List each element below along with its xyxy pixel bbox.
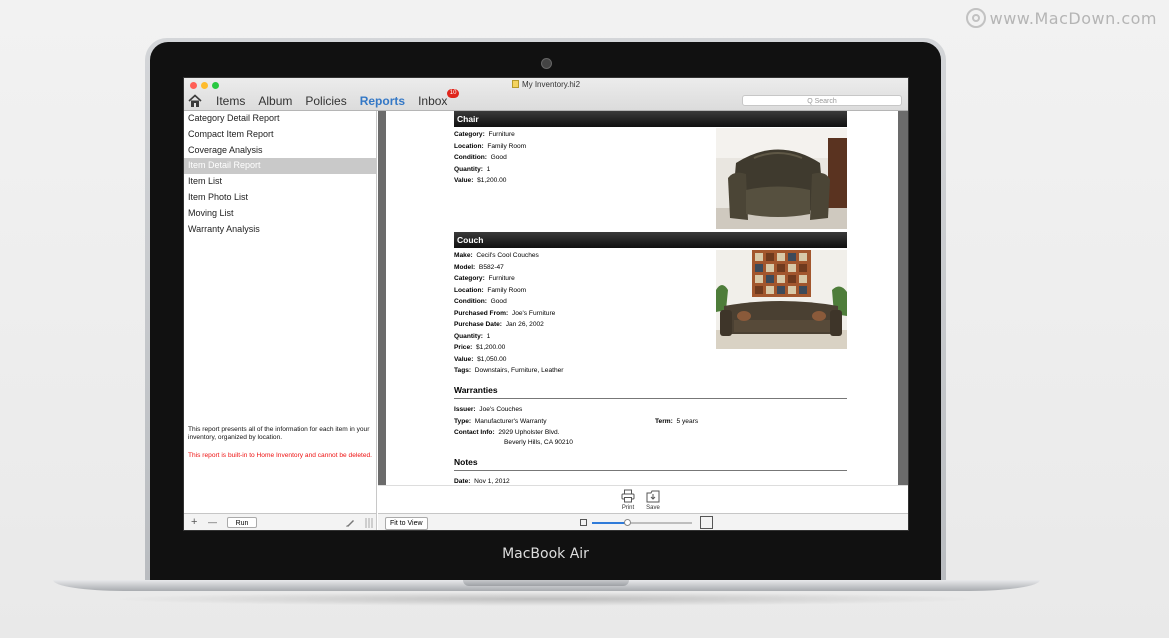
chair-field: Condition: Good	[454, 154, 507, 161]
sidebar-item-moving-list[interactable]: Moving List	[184, 206, 376, 222]
couch-photo	[716, 250, 847, 349]
add-report-button[interactable]: +	[191, 517, 197, 528]
printer-icon	[621, 489, 635, 503]
tab-policies[interactable]: Policies	[305, 94, 346, 108]
report-actions: Print Save	[378, 485, 908, 513]
watermark: www.MacDown.com	[965, 8, 1157, 28]
search-input[interactable]: Q Search	[742, 95, 902, 106]
laptop-brand: MacBook Air	[502, 546, 589, 562]
zoom-slider-fill	[592, 522, 627, 524]
warranty-issuer: Issuer: Joe's Couches	[454, 406, 523, 413]
tab-inbox[interactable]: Inbox 10	[418, 89, 460, 108]
watermark-logo-icon	[965, 8, 986, 28]
main-toolbar: Items Album Policies Reports Inbox 10	[188, 89, 460, 110]
couch-field: Quantity: 1	[454, 332, 491, 340]
warranty-term: Term: 5 years	[655, 417, 699, 425]
fit-to-view-button[interactable]: Fit to View	[385, 517, 428, 530]
couch-field: Condition: Good	[454, 298, 507, 305]
titlebar: My Inventory.hi2 Items Album Policies Re…	[184, 78, 908, 111]
save-label: Save	[646, 505, 660, 511]
document-icon	[511, 80, 519, 88]
laptop-notch	[463, 580, 629, 586]
home-icon[interactable]	[188, 94, 202, 108]
app-window: My Inventory.hi2 Items Album Policies Re…	[183, 77, 909, 531]
chair-field: Value: $1,200.00	[454, 177, 507, 184]
zoom-in-icon[interactable]	[700, 516, 713, 529]
sidebar-item-compact-item-report[interactable]: Compact Item Report	[184, 127, 376, 143]
couch-field: Make: Cecil's Cool Couches	[454, 252, 539, 259]
print-button[interactable]: Print	[616, 489, 640, 511]
save-button[interactable]: Save	[641, 489, 665, 511]
print-label: Print	[621, 505, 635, 511]
sidebar-footer: + — Run	[184, 513, 377, 530]
tab-inbox-label: Inbox	[418, 94, 448, 108]
report-builtin-note: This report is built-in to Home Inventor…	[188, 452, 372, 459]
sidebar-item-item-photo-list[interactable]: Item Photo List	[184, 190, 376, 206]
notes-date: Date: Nov 1, 2012	[454, 478, 510, 485]
couch-field: Location: Family Room	[454, 286, 527, 294]
couch-field: Category: Furniture	[454, 275, 515, 282]
tab-album[interactable]: Album	[258, 94, 292, 108]
couch-section-title: Couch	[454, 232, 847, 248]
watermark-text: www.MacDown.com	[989, 8, 1157, 28]
report-page[interactable]: Chair Category: Furniture Location: Fami…	[386, 111, 898, 485]
camera-icon	[541, 58, 552, 69]
notes-heading: Notes	[454, 457, 847, 471]
tab-reports[interactable]: Reports	[360, 94, 405, 108]
zoom-out-icon[interactable]	[580, 519, 587, 526]
couch-field: Model: B582-47	[454, 263, 504, 271]
couch-field: Purchased From: Joe's Furniture	[454, 309, 556, 317]
window-title: My Inventory.hi2	[184, 80, 908, 89]
sidebar-item-category-detail-report[interactable]: Category Detail Report	[184, 111, 376, 127]
chair-field: Category: Furniture	[454, 131, 515, 138]
warranties-heading: Warranties	[454, 385, 847, 399]
chair-section-title: Chair	[454, 111, 847, 127]
inbox-badge: 10	[446, 89, 460, 98]
resize-handle-icon[interactable]	[365, 518, 373, 528]
chair-field: Quantity: 1	[454, 165, 491, 173]
warranty-type: Type: Manufacturer's Warranty	[454, 417, 547, 425]
report-description: This report presents all of the informat…	[188, 426, 370, 441]
couch-field: Purchase Date: Jan 26, 2002	[454, 321, 544, 328]
couch-field: Value: $1,050.00	[454, 355, 507, 363]
pencil-icon[interactable]	[345, 517, 356, 528]
window-title-text: My Inventory.hi2	[521, 80, 581, 89]
sidebar-item-coverage-analysis[interactable]: Coverage Analysis	[184, 143, 376, 159]
zoom-slider[interactable]	[592, 519, 692, 526]
sidebar-item-item-list[interactable]: Item List	[184, 174, 376, 190]
warranty-contact: Contact Info: 2929 Upholster Blvd.	[454, 429, 560, 436]
report-list-sidebar: Category Detail Report Compact Item Repo…	[184, 111, 377, 513]
report-preview-area: Chair Category: Furniture Location: Fami…	[378, 111, 908, 485]
couch-field: Tags: Downstairs, Furniture, Leather	[454, 367, 564, 374]
run-button[interactable]: Run	[227, 517, 257, 528]
remove-report-button[interactable]: —	[208, 517, 217, 527]
status-bar: Fit to View	[378, 513, 908, 530]
laptop-shadow	[110, 592, 980, 606]
sidebar-item-warranty-analysis[interactable]: Warranty Analysis	[184, 222, 376, 238]
warranty-contact-line2: Beverly Hills, CA 90210	[504, 438, 573, 446]
save-icon	[646, 490, 660, 503]
couch-field: Price: $1,200.00	[454, 344, 506, 351]
chair-field: Location: Family Room	[454, 142, 527, 150]
chair-photo	[716, 128, 847, 229]
sidebar-item-item-detail-report[interactable]: Item Detail Report	[184, 158, 376, 175]
tab-items[interactable]: Items	[216, 94, 245, 108]
zoom-slider-knob[interactable]	[623, 519, 631, 526]
